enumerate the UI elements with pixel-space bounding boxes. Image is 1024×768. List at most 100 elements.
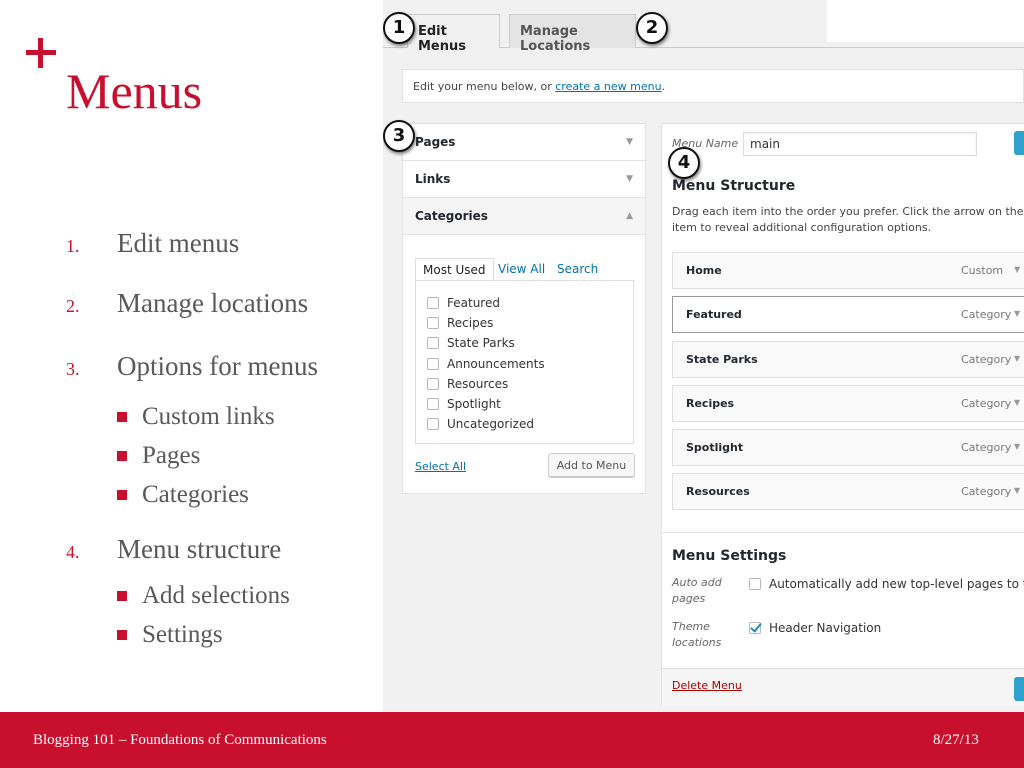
add-to-menu-button[interactable]: Add to Menu	[548, 453, 635, 477]
outline-text: Manage locations	[117, 288, 309, 318]
menu-structure-panel: Menu Name main Menu Structure Drag each …	[661, 123, 1024, 706]
square-bullet-icon	[117, 411, 127, 422]
theme-locations-label: Theme locations	[672, 620, 722, 649]
category-label: Recipes	[447, 316, 494, 331]
create-new-menu-link[interactable]: create a new menu	[555, 80, 661, 93]
tab-edit-menus[interactable]: Edit Menus	[407, 14, 500, 54]
tab-search[interactable]: Search	[550, 258, 605, 282]
outline-item-3: 3. Options for menus	[66, 351, 376, 397]
category-row[interactable]: Spotlight	[427, 394, 622, 414]
menu-item-label: Recipes	[686, 397, 735, 410]
menu-item-type: Category	[961, 308, 1012, 321]
auto-add-checkbox[interactable]	[749, 578, 761, 590]
tab-manage-locations[interactable]: Manage Locations	[509, 14, 636, 54]
menu-item-recipes[interactable]: Recipes Category ▼	[672, 385, 1024, 422]
checkbox[interactable]	[427, 377, 439, 390]
outline-text: Edit menus	[117, 228, 240, 258]
menu-item-type: Category	[961, 441, 1012, 454]
square-bullet-icon	[117, 489, 127, 500]
header-navigation-checkbox[interactable]	[749, 622, 761, 634]
section-divider	[662, 532, 1024, 533]
outline-item-1: 1. Edit menus	[66, 228, 376, 288]
checkbox[interactable]	[427, 357, 439, 370]
tab-view-all[interactable]: View All	[491, 258, 552, 282]
auto-add-option[interactable]: Automatically add new top-level pages to…	[749, 577, 1024, 591]
outline-sub-item: Custom links	[117, 397, 376, 436]
category-label: Resources	[447, 376, 509, 391]
category-row[interactable]: Resources	[427, 374, 622, 394]
outline-text: Menu structure	[117, 534, 282, 564]
checkbox[interactable]	[427, 317, 439, 330]
menu-item-featured[interactable]: Featured Category ▼	[672, 296, 1024, 333]
triangle-down-icon[interactable]: ▼	[1014, 354, 1020, 363]
callout-badge-3: 3	[383, 120, 415, 152]
menu-item-label: Spotlight	[686, 441, 744, 454]
accordion-label: Categories	[415, 209, 488, 223]
save-menu-button-bottom[interactable]	[1014, 677, 1024, 701]
accordion-pages[interactable]: Pages ▼	[403, 124, 645, 161]
category-row[interactable]: Featured	[427, 293, 622, 313]
category-row[interactable]: Recipes	[427, 313, 622, 333]
header-navigation-text: Header Navigation	[769, 621, 882, 635]
triangle-down-icon[interactable]: ▼	[1014, 398, 1020, 407]
triangle-down-icon: ▼	[626, 174, 633, 184]
checkbox[interactable]	[427, 398, 439, 411]
description-line: Drag each item into the order you prefer…	[672, 205, 1024, 218]
menu-name-input[interactable]: main	[743, 132, 977, 156]
outline-sub-text: Categories	[142, 480, 249, 508]
category-label: Spotlight	[447, 397, 501, 412]
menu-footer-bar: Delete Menu	[662, 668, 1024, 706]
outline-sub-item: Add selections	[117, 576, 376, 615]
select-all-link[interactable]: Select All	[415, 460, 466, 473]
footer-course-title: Blogging 101 – Foundations of Communicat…	[33, 732, 327, 748]
menu-item-type: Category	[961, 397, 1012, 410]
category-row[interactable]: Announcements	[427, 354, 622, 374]
outline-sub-item: Categories	[117, 475, 376, 514]
save-menu-button[interactable]	[1014, 131, 1024, 155]
menu-item-label: State Parks	[686, 353, 758, 366]
slide-title: Menus	[66, 63, 203, 119]
square-bullet-icon	[117, 590, 127, 601]
triangle-down-icon[interactable]: ▼	[1014, 265, 1020, 274]
outline-sub-text: Settings	[142, 620, 223, 648]
triangle-down-icon[interactable]: ▼	[1014, 309, 1020, 318]
outline-list: 1. Edit menus 2. Manage locations 3. Opt…	[66, 228, 376, 654]
menu-item-resources[interactable]: Resources Category ▼	[672, 473, 1024, 510]
menu-item-state-parks[interactable]: State Parks Category ▼	[672, 341, 1024, 378]
menu-structure-title: Menu Structure	[672, 178, 796, 194]
square-bullet-icon	[117, 629, 127, 640]
accordion-categories[interactable]: Categories ▲	[403, 198, 645, 235]
outline-sub-text: Custom links	[142, 402, 275, 430]
triangle-down-icon[interactable]: ▼	[1014, 486, 1020, 495]
menu-item-label: Resources	[686, 485, 750, 498]
outline-sub-text: Pages	[142, 441, 201, 469]
menu-item-type: Custom	[961, 264, 1004, 277]
menu-item-spotlight[interactable]: Spotlight Category ▼	[672, 429, 1024, 466]
callout-badge-2: 2	[636, 12, 668, 44]
outline-text: Options for menus	[117, 351, 318, 381]
outline-item-4: 4. Menu structure	[66, 534, 376, 576]
plus-icon	[26, 38, 56, 68]
checkbox[interactable]	[427, 337, 439, 350]
tab-most-used[interactable]: Most Used	[415, 258, 494, 282]
menu-item-home[interactable]: Home Custom ▼	[672, 252, 1024, 289]
delete-menu-link[interactable]: Delete Menu	[672, 679, 742, 692]
menu-settings-title: Menu Settings	[672, 548, 787, 564]
outline-number: 2.	[66, 296, 80, 316]
checkbox[interactable]	[427, 297, 439, 310]
menu-item-type: Category	[961, 353, 1012, 366]
accordion-links[interactable]: Links ▼	[403, 161, 645, 198]
header-background	[827, 0, 1024, 42]
header-navigation-option[interactable]: Header Navigation	[749, 621, 881, 635]
category-row[interactable]: Uncategorized	[427, 414, 622, 434]
triangle-up-icon: ▲	[626, 211, 633, 221]
edit-notice: Edit your menu below, or create a new me…	[402, 69, 1024, 103]
checkbox[interactable]	[427, 418, 439, 431]
outline-sub-text: Add selections	[142, 581, 290, 609]
menu-structure-description: Drag each item into the order you prefer…	[672, 204, 1024, 236]
callout-badge-4: 4	[668, 147, 700, 179]
triangle-down-icon[interactable]: ▼	[1014, 442, 1020, 451]
menu-item-label: Featured	[686, 308, 742, 321]
category-row[interactable]: State Parks	[427, 333, 622, 353]
description-line: item to reveal additional configuration …	[672, 221, 932, 234]
